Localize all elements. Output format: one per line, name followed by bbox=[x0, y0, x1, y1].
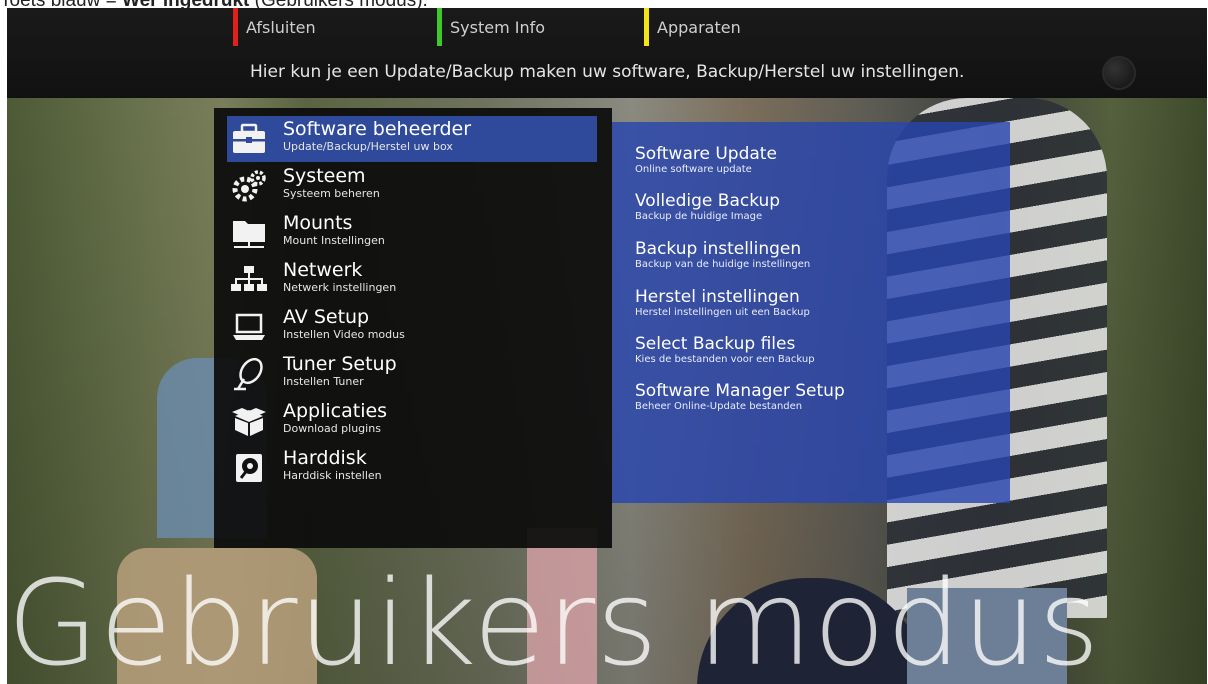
menu-item-systeem[interactable]: Systeem Systeem beheren bbox=[227, 163, 597, 209]
top-bar: Afsluiten System Info Apparaten Hier kun… bbox=[7, 8, 1207, 98]
yellow-key-label: Apparaten bbox=[657, 17, 741, 37]
menu-item-subtitle: Mount Instellingen bbox=[283, 234, 385, 247]
submenu-item-software-update[interactable]: Software Update Online software update bbox=[635, 144, 777, 176]
green-key-button[interactable]: System Info bbox=[437, 8, 545, 46]
submenu-item-desc: Backup de huidige Image bbox=[635, 211, 763, 222]
menu-item-title: Tuner Setup bbox=[283, 353, 397, 375]
menu-item-title: Harddisk bbox=[283, 447, 367, 469]
gears-icon bbox=[227, 166, 271, 206]
caption-suffix: (Gebruikers modus). bbox=[249, 0, 428, 8]
laptop-icon bbox=[227, 307, 271, 347]
red-key-label: Afsluiten bbox=[246, 17, 316, 37]
submenu-item-title: Volledige Backup bbox=[635, 191, 781, 211]
yellow-key-button[interactable]: Apparaten bbox=[644, 8, 741, 46]
channel-logo-icon bbox=[1102, 56, 1136, 90]
submenu-item-desc: Backup van de huidige instellingen bbox=[635, 259, 811, 270]
submenu-item-desc: Herstel instellingen uit een Backup bbox=[635, 307, 810, 318]
harddisk-icon bbox=[227, 448, 271, 488]
submenu-item-title: Software Manager Setup bbox=[635, 381, 845, 401]
menu-item-subtitle: Netwerk instellingen bbox=[283, 281, 397, 294]
menu-item-harddisk[interactable]: Harddisk Harddisk instellen bbox=[227, 445, 597, 491]
menu-item-title: AV Setup bbox=[283, 306, 370, 328]
yellow-key-indicator bbox=[644, 8, 649, 46]
menu-item-title: Applicaties bbox=[283, 400, 388, 422]
menu-item-title: Netwerk bbox=[283, 259, 363, 281]
green-key-indicator bbox=[437, 8, 442, 46]
red-key-button[interactable]: Afsluiten bbox=[233, 8, 316, 46]
submenu-item-backup-instellingen[interactable]: Backup instellingen Backup van de huidig… bbox=[635, 239, 810, 271]
caption-prefix: Toets blauw = bbox=[0, 0, 122, 8]
submenu-item-desc: Kies de bestanden voor een Backup bbox=[635, 354, 815, 365]
tv-screen: Afsluiten System Info Apparaten Hier kun… bbox=[7, 8, 1207, 684]
toolbox-icon bbox=[227, 119, 271, 159]
menu-item-subtitle: Instellen Tuner bbox=[283, 375, 364, 388]
green-key-label: System Info bbox=[450, 17, 546, 37]
satellite-dish-icon bbox=[227, 354, 271, 394]
submenu-item-title: Herstel instellingen bbox=[635, 287, 800, 307]
menu-item-subtitle: Systeem beheren bbox=[283, 187, 380, 200]
menu-item-title: Systeem bbox=[283, 165, 366, 187]
menu-item-title: Software beheerder bbox=[283, 118, 472, 140]
sub-menu: Software Update Online software update V… bbox=[612, 122, 1010, 503]
menu-item-subtitle: Harddisk instellen bbox=[283, 469, 382, 482]
menu-item-title: Mounts bbox=[283, 212, 353, 234]
menu-item-netwerk[interactable]: Netwerk Netwerk instellingen bbox=[227, 257, 597, 303]
submenu-item-select-backup-files[interactable]: Select Backup files Kies de bestanden vo… bbox=[635, 334, 815, 366]
main-menu: Software beheerder Update/Backup/Herstel… bbox=[214, 108, 612, 548]
menu-item-subtitle: Instellen Video modus bbox=[283, 328, 405, 341]
submenu-item-software-manager-setup[interactable]: Software Manager Setup Beheer Online-Upd… bbox=[635, 381, 845, 413]
red-key-indicator bbox=[233, 8, 238, 46]
menu-item-subtitle: Update/Backup/Herstel uw box bbox=[283, 140, 453, 153]
network-icon bbox=[227, 260, 271, 300]
caption: Toets blauw = Wer ingedrukt (Gebruikers … bbox=[0, 0, 700, 8]
submenu-item-herstel-instellingen[interactable]: Herstel instellingen Herstel instellinge… bbox=[635, 287, 810, 319]
caption-bold: Wer ingedrukt bbox=[122, 0, 249, 8]
menu-item-mounts[interactable]: Mounts Mount Instellingen bbox=[227, 210, 597, 256]
submenu-item-title: Backup instellingen bbox=[635, 239, 802, 259]
submenu-item-title: Select Backup files bbox=[635, 334, 796, 354]
box-icon bbox=[227, 401, 271, 441]
submenu-item-desc: Online software update bbox=[635, 164, 752, 175]
menu-item-applicaties[interactable]: Applicaties Download plugins bbox=[227, 398, 597, 444]
menu-item-av-setup[interactable]: AV Setup Instellen Video modus bbox=[227, 304, 597, 350]
folder-network-icon bbox=[227, 213, 271, 253]
submenu-item-desc: Beheer Online-Update bestanden bbox=[635, 401, 803, 412]
menu-item-software-beheerder[interactable]: Software beheerder Update/Backup/Herstel… bbox=[227, 116, 597, 162]
submenu-item-title: Software Update bbox=[635, 144, 777, 164]
submenu-item-volledige-backup[interactable]: Volledige Backup Backup de huidige Image bbox=[635, 191, 780, 223]
menu-item-tuner-setup[interactable]: Tuner Setup Instellen Tuner bbox=[227, 351, 597, 397]
info-text: Hier kun je een Update/Backup maken uw s… bbox=[250, 62, 965, 82]
menu-item-subtitle: Download plugins bbox=[283, 422, 381, 435]
mode-watermark: Gebruikers modus bbox=[7, 554, 1101, 684]
